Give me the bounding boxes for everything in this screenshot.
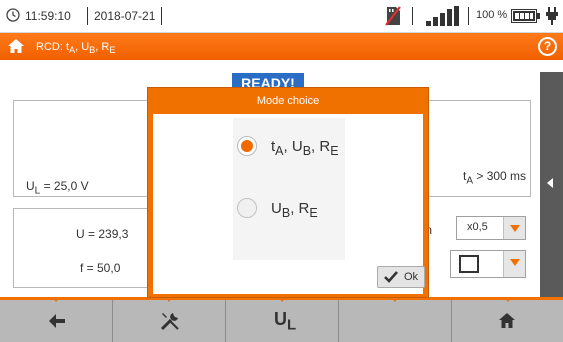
empty-button[interactable]: [339, 297, 452, 342]
ok-label: Ok: [403, 271, 418, 283]
checkmark-icon: [384, 270, 398, 290]
mode-choice-dialog: Mode choice tA, UB, RE UB, RE Ok: [147, 87, 429, 298]
bottom-toolbar: UL: [0, 297, 563, 342]
mode-option-ta-ub-re[interactable]: tA, UB, RE: [235, 134, 385, 164]
dialog-title: Mode choice: [256, 95, 320, 107]
ok-button[interactable]: Ok: [377, 266, 425, 288]
back-arrow-icon: [49, 314, 65, 333]
status-date: 2018-07-21: [94, 9, 156, 23]
back-button[interactable]: [0, 297, 113, 342]
radio-unselected[interactable]: [237, 198, 257, 218]
chevron-left-icon: [547, 178, 553, 188]
page-title: RCD: tA, UB, RE: [36, 41, 116, 56]
notch: [52, 297, 60, 302]
chevron-down-icon[interactable]: [503, 251, 525, 277]
voltage-value: U = 239,3: [76, 227, 129, 241]
radio-selected[interactable]: [237, 136, 257, 156]
mode-option-ub-re[interactable]: UB, RE: [235, 196, 385, 226]
ul-value: UL = 25,0 V: [26, 179, 89, 197]
divider: [87, 7, 88, 25]
settings-button[interactable]: [113, 297, 226, 342]
no-sd-card-icon: [384, 6, 402, 31]
divider: [412, 7, 413, 25]
chevron-down-icon[interactable]: [503, 217, 525, 239]
clock-icon: [6, 8, 20, 25]
home-icon[interactable]: [7, 38, 25, 59]
ta-limit-value: tA > 300 ms: [463, 169, 527, 187]
power-plug-icon: [545, 6, 559, 31]
title-bar: RCD: tA, UB, RE ?: [0, 33, 563, 60]
measurement-panel: U = 239,3 f = 50,0: [13, 208, 150, 288]
ul-setting-button[interactable]: UL: [226, 297, 339, 342]
help-button[interactable]: ?: [538, 37, 557, 56]
ul-button-label: UL: [274, 309, 297, 334]
option-label: UB, RE: [271, 200, 318, 220]
dialog-body: tA, UB, RE UB, RE Ok: [153, 114, 425, 294]
multiplier-value: x0,5: [467, 221, 488, 233]
status-time: 11:59:10: [25, 9, 71, 23]
ul-panel: UL = 25,0 V: [13, 100, 150, 197]
type-select[interactable]: [450, 250, 526, 278]
multiplier-select[interactable]: x0,5: [456, 216, 526, 240]
option-label: tA, UB, RE: [271, 138, 339, 158]
divider: [468, 7, 469, 25]
battery-icon: [511, 9, 541, 28]
notch: [503, 297, 512, 302]
side-panel-toggle[interactable]: [540, 72, 563, 297]
battery-percent: 100 %: [476, 9, 508, 21]
tools-icon: [160, 311, 180, 336]
divider: [161, 7, 162, 25]
signal-strength-icon: [426, 6, 462, 31]
home-button[interactable]: [452, 297, 563, 342]
home-icon: [498, 312, 516, 334]
status-bar: 11:59:10 2018-07-21 100 %: [0, 0, 563, 33]
checkbox-icon: [459, 255, 479, 273]
frequency-value: f = 50,0: [80, 261, 121, 275]
